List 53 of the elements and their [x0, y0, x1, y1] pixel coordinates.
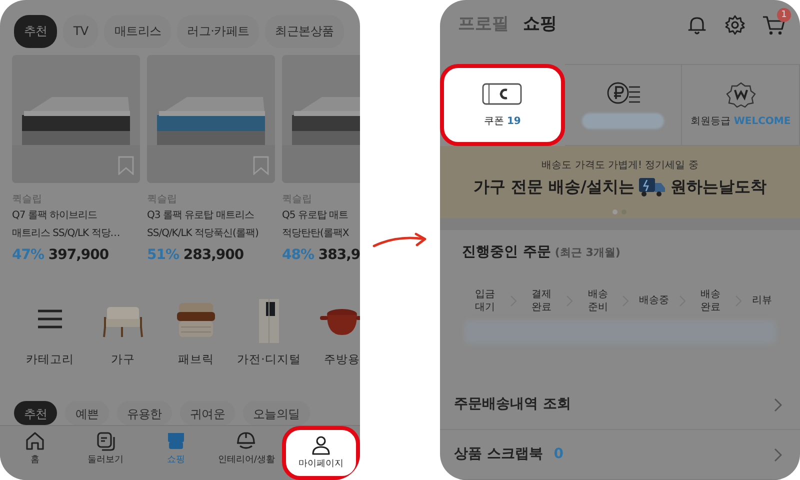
product-price: 47% 397,900 — [12, 246, 109, 265]
order-step[interactable]: 입금 대기 — [470, 288, 500, 314]
home-icon — [24, 430, 46, 452]
filter-tab[interactable]: 유용한 — [116, 400, 172, 425]
filter-tab[interactable]: 예쁜 — [65, 400, 109, 425]
category-item[interactable]: 주방용 — [306, 296, 360, 401]
truck-icon — [638, 176, 666, 198]
shortcut-tile[interactable]: 쿠폰 19 — [440, 64, 565, 146]
banner-subtitle: 배송도 가격도 가볍게! 정기세일 중 — [540, 158, 700, 173]
menu-item[interactable]: 상품 스크랩북 0 — [440, 430, 800, 480]
nav-tab[interactable]: 마이페이지 — [282, 426, 360, 480]
product-title[interactable]: Q5 유로탑 매트 적당탄탄(롤팩X — [282, 206, 349, 243]
nav-tab[interactable]: 홈 — [0, 426, 70, 480]
category-item[interactable]: 가전·디지털 — [233, 296, 305, 401]
shortcut-tile[interactable]: 회원등급 WELCOME — [682, 64, 800, 146]
order-step[interactable]: 배송 완료 — [696, 288, 726, 314]
order-step[interactable]: 배송 준비 — [582, 288, 613, 314]
page-dots — [612, 209, 628, 216]
chevron-icon — [774, 448, 782, 462]
cart-count-badge: 1 — [777, 8, 791, 22]
shortcut-tile[interactable] — [564, 64, 682, 146]
profile-tab[interactable]: 쇼핑 — [523, 12, 557, 38]
banner-title: 원하는날도착 — [670, 176, 766, 198]
category-item[interactable]: 패브릭 — [160, 296, 232, 401]
promo-banner[interactable]: 배송도 가격도 가볍게! 정기세일 중 가구 전문 배송/설치는 원하는날도착 — [440, 146, 800, 218]
settings-icon[interactable] — [724, 14, 746, 36]
category-item[interactable]: 가구 — [87, 296, 159, 401]
section-title: 진행중인 주문 — [462, 243, 551, 262]
nav-tab[interactable]: 인테리어/생활 — [211, 426, 282, 480]
category-item[interactable]: 카테고리 — [14, 296, 86, 401]
product-price: 51% 283,900 — [147, 246, 244, 265]
category-tab[interactable]: TV — [63, 15, 98, 48]
category-tab[interactable]: 매트리스 — [104, 15, 172, 48]
banner-title: 가구 전문 배송/설치는 — [474, 176, 634, 198]
category-tab[interactable]: 추천 — [14, 15, 58, 48]
order-step[interactable]: 리뷰 — [752, 294, 772, 308]
filter-tab[interactable]: 추천 — [14, 400, 58, 425]
product-price: 48% 383,9 — [282, 246, 360, 265]
product-title[interactable]: Q7 롤팩 하이브리드 매트리스 SS/Q/LK 적당… — [12, 206, 120, 243]
nav-tab[interactable]: 둘러보기 — [70, 426, 141, 480]
chevron-icon — [774, 398, 782, 412]
cards-icon — [94, 430, 117, 452]
section-subtitle: (최근 3개월) — [554, 245, 620, 262]
order-step[interactable]: 배송중 — [639, 294, 670, 308]
filter-tab[interactable]: 귀여운 — [180, 400, 236, 425]
category-tab[interactable]: 최근본상품 — [265, 15, 344, 48]
product-title[interactable]: Q3 롤팩 유로탑 매트리스 SS/Q/K/LK 적당푹신(롤팩) — [147, 206, 258, 243]
menu-item[interactable]: 주문배송내역 조회 — [440, 380, 800, 430]
person-icon — [310, 434, 332, 456]
category-tab[interactable]: 러그·카페트 — [177, 15, 260, 48]
helmet-icon — [235, 430, 258, 452]
filter-tab[interactable]: 오늘의딜 — [243, 400, 310, 425]
order-step[interactable]: 결제 완료 — [526, 288, 556, 314]
